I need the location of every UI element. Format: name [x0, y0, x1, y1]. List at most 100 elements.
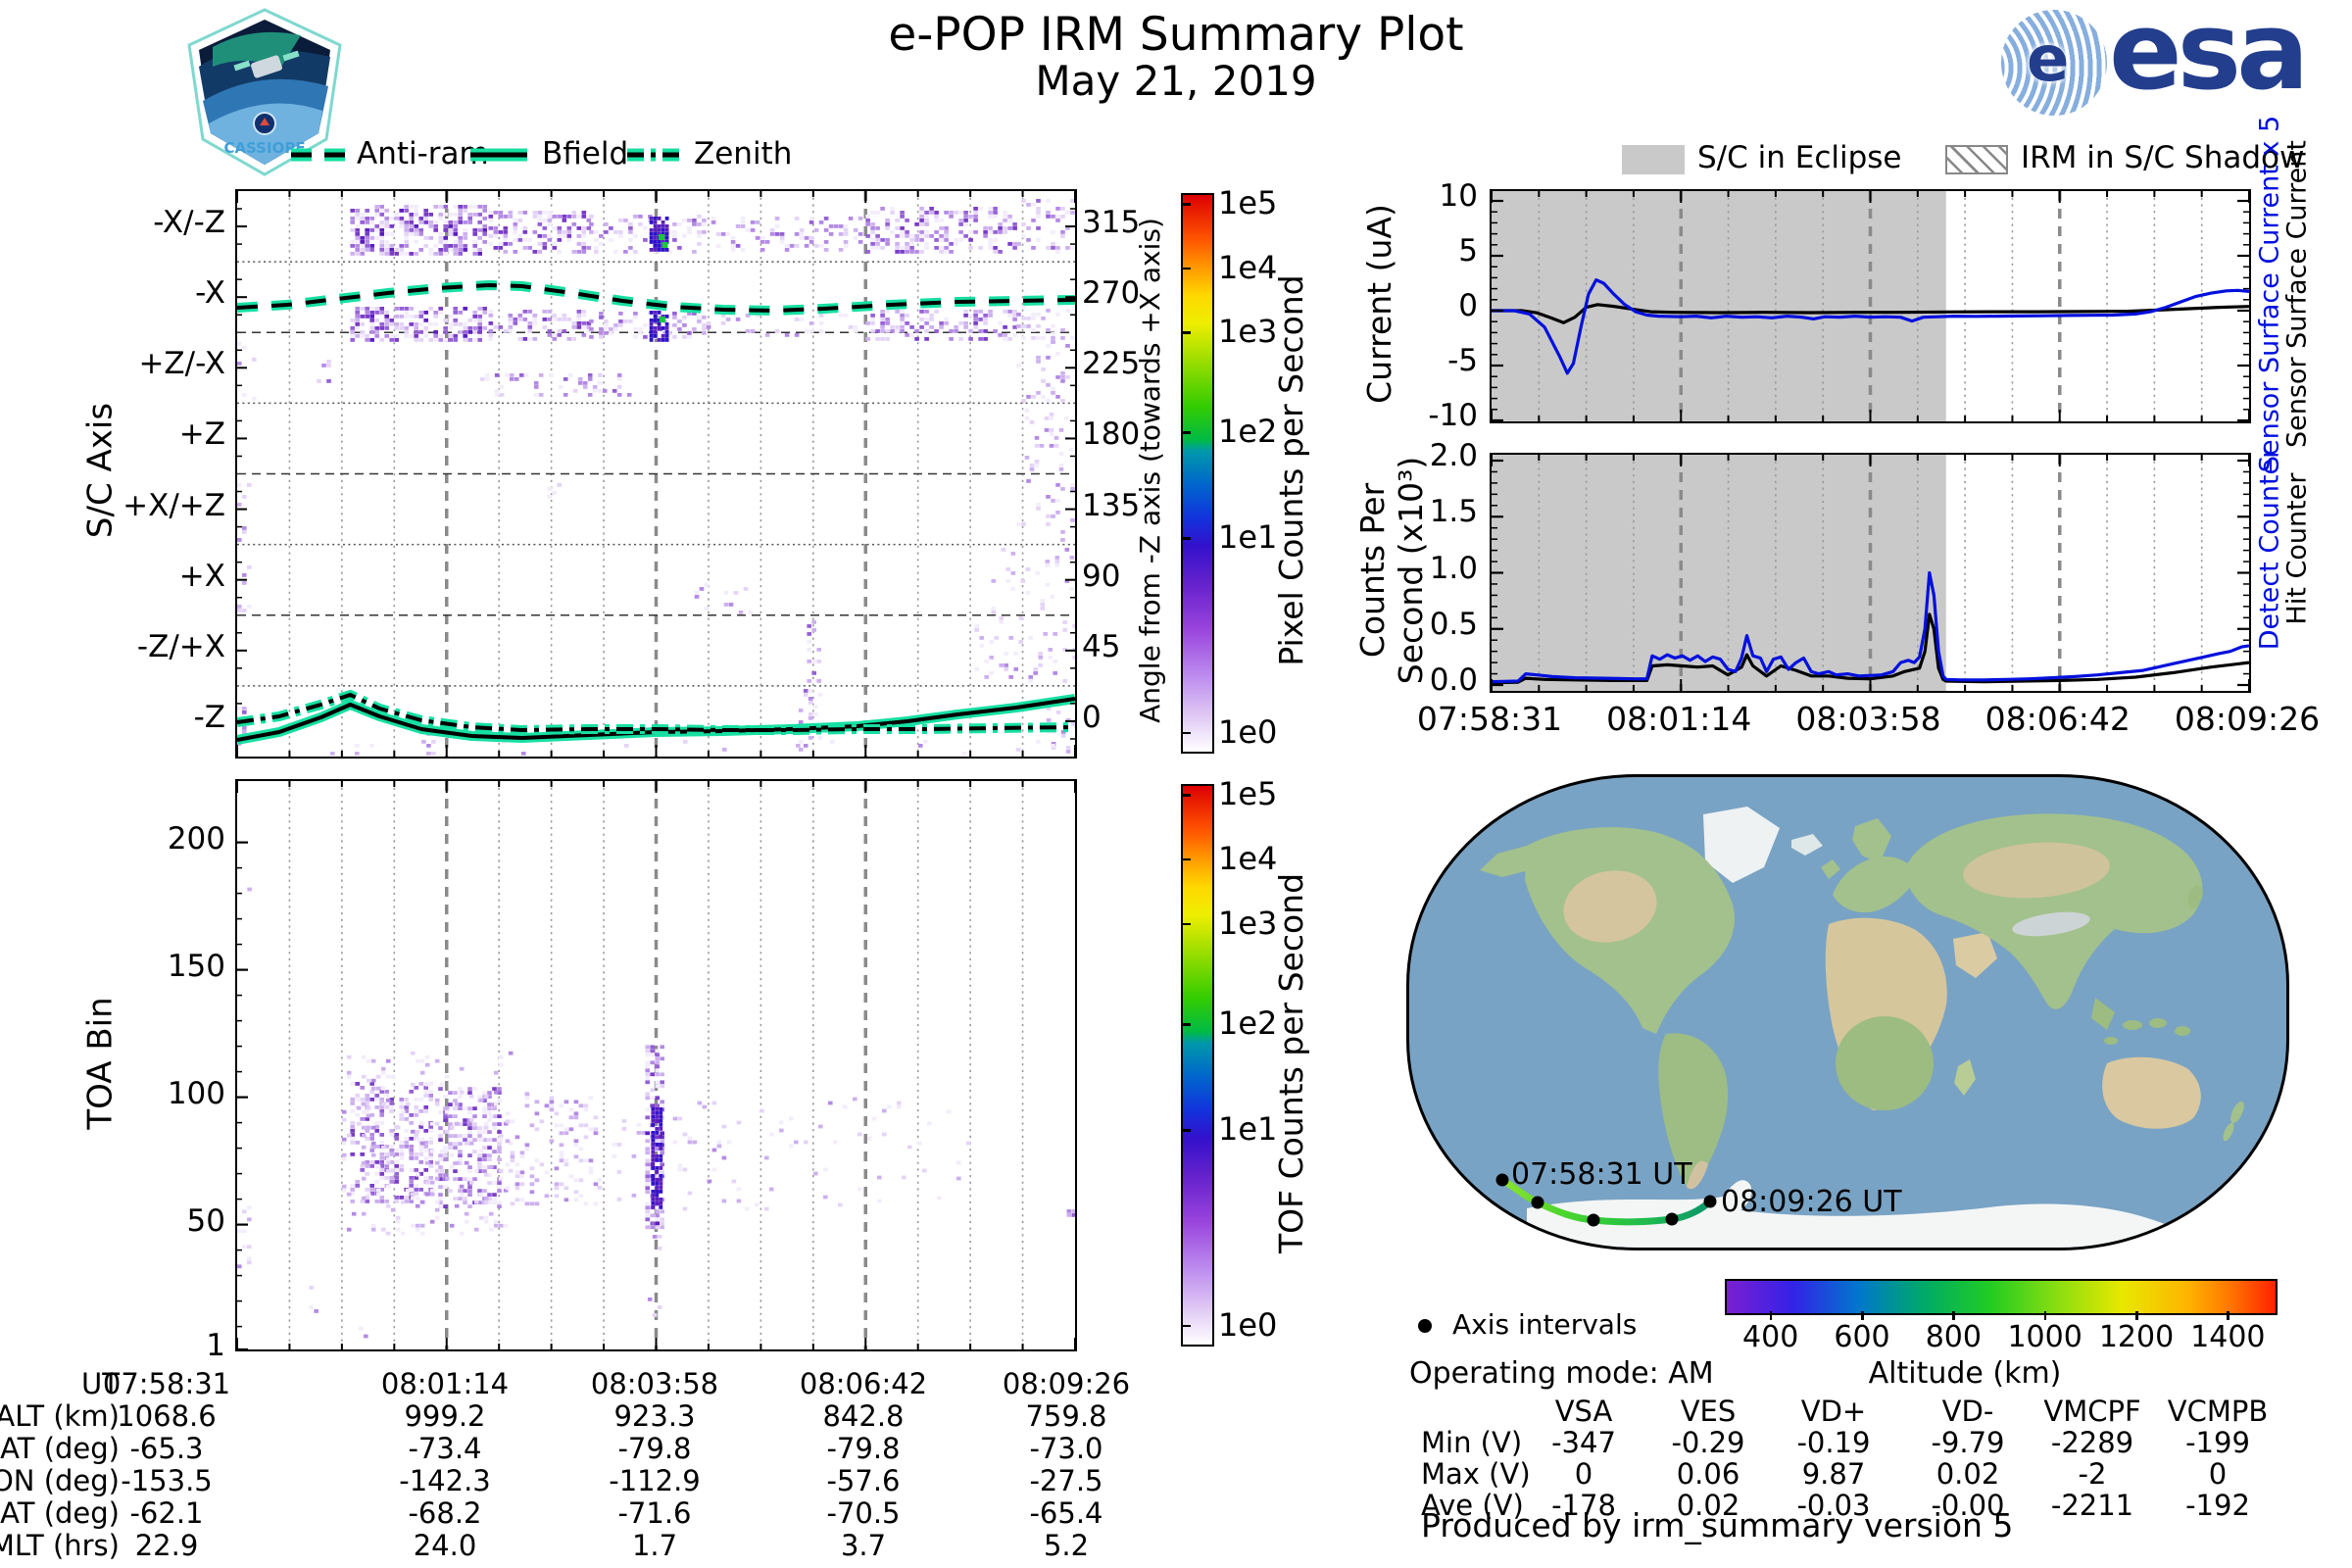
page: CASSIOPE e-POP IRM Summary Plot May 21, …: [0, 0, 2352, 1568]
alt-colorbar-tick: [1952, 1311, 1955, 1320]
colorbar-tick: [1181, 1023, 1191, 1026]
voltage-cell: 0: [2120, 1458, 2316, 1491]
sc-category-label: +Z: [29, 417, 225, 453]
alt-colorbar-tick: [1861, 1311, 1864, 1320]
ephem-cell: -153.5: [69, 1465, 265, 1497]
altitude-colorbar: [1725, 1279, 2278, 1315]
legend-bfield-label: Bfield: [542, 137, 628, 172]
current-ytick-label: 10: [1390, 179, 1478, 215]
pixel-colorbar-label: Pixel Counts per Second: [1273, 274, 1310, 665]
toa-spectrogram: [235, 779, 1077, 1351]
colorbar-tick: [1181, 331, 1191, 334]
ephem-cell: -112.9: [557, 1465, 753, 1497]
colorbar-tick-label: 1e0: [1218, 714, 1277, 751]
ephem-cell: -73.0: [968, 1433, 1164, 1465]
ephem-cell: 3.7: [765, 1530, 961, 1562]
colorbar-tick: [1181, 537, 1191, 540]
tof-colorbar: [1181, 784, 1214, 1347]
ephem-cell: -71.6: [557, 1497, 753, 1530]
time-tick-label: 08:06:42: [1960, 701, 2156, 738]
colorbar-tick-label: 1e4: [1218, 250, 1277, 286]
sc-category-label: -Z: [29, 701, 225, 736]
alt-colorbar-tick: [2044, 1311, 2047, 1320]
track-end-label: 08:09:26 UT: [1721, 1186, 1902, 1220]
sc-category-label: +X/+Z: [29, 489, 225, 524]
toa-tick-label: 150: [29, 950, 225, 985]
toa-tick-label: 100: [29, 1077, 225, 1112]
current-ytick-label: 0: [1390, 289, 1478, 324]
sc-category-label: -X/-Z: [29, 206, 225, 241]
ephem-cell: -57.6: [765, 1465, 961, 1497]
zenith-line-icon: [625, 147, 686, 163]
ephem-cell: 1.7: [557, 1530, 753, 1562]
counts-right-label-black: Hit Counter: [2281, 473, 2312, 625]
axis-interval-dot-icon: [1418, 1319, 1432, 1333]
current-plot: [1490, 189, 2251, 423]
esa-logo: e esa: [1999, 6, 2342, 128]
counts-ytick-label: 0.5: [1390, 608, 1478, 643]
colorbar-tick-label: 1e1: [1218, 519, 1277, 556]
ephem-cell: -62.1: [69, 1497, 265, 1530]
bfield-line-icon: [468, 147, 529, 163]
voltage-cell: -199: [2120, 1427, 2316, 1459]
toa-tick-label: 50: [29, 1204, 225, 1240]
axis-intervals-label: Axis intervals: [1452, 1309, 1637, 1341]
ephem-cell: -65.4: [968, 1497, 1164, 1530]
current-right-label-blue: Sensor Surface Current x 5: [2254, 116, 2284, 472]
orientation-legend: Anti-ram Bfield Zenith: [284, 137, 833, 176]
counts-ytick-label: 1.5: [1390, 495, 1478, 530]
colorbar-tick: [1181, 268, 1191, 270]
colorbar-tick: [1181, 203, 1191, 206]
esa-globe-e-icon: e: [2027, 24, 2069, 96]
angle-tick-label: 225: [1082, 347, 1140, 382]
angle-tick-label: 45: [1082, 630, 1120, 665]
ephem-cell: 08:06:42: [765, 1368, 961, 1400]
counts-ytick-label: 1.0: [1390, 552, 1478, 587]
time-tick-label: 08:09:26: [2149, 701, 2345, 738]
current-right-label-black: Sensor Surface Current: [2281, 140, 2312, 448]
counts-ytick-label: 2.0: [1390, 439, 1478, 474]
colorbar-tick: [1181, 923, 1191, 926]
ephem-cell: -65.3: [69, 1433, 265, 1465]
current-ytick-label: -5: [1390, 344, 1478, 379]
ephem-cell: 24.0: [347, 1530, 543, 1562]
ephem-cell: 08:09:26: [968, 1368, 1164, 1400]
angle-tick-label: 315: [1082, 206, 1140, 241]
sc-category-label: -Z/+X: [29, 630, 225, 665]
current-ytick-label: -10: [1390, 399, 1478, 434]
colorbar-tick-label: 1e2: [1218, 1005, 1277, 1042]
colorbar-tick: [1181, 732, 1191, 735]
ephem-cell: 22.9: [69, 1530, 265, 1562]
track-start-label: 07:58:31 UT: [1511, 1158, 1692, 1193]
counts-plot: [1490, 453, 2251, 693]
eclipse-swatch-icon: [1622, 145, 1685, 174]
colorbar-tick: [1181, 1325, 1191, 1328]
legend-eclipse-label: S/C in Eclipse: [1697, 141, 1902, 176]
colorbar-tick-label: 1e3: [1218, 906, 1277, 942]
counts-right-label-blue: Detect Counter: [2254, 448, 2284, 651]
ephem-cell: 5.2: [968, 1530, 1164, 1562]
angle-tick-label: 90: [1082, 560, 1120, 595]
sc-category-label: +X: [29, 560, 225, 595]
colorbar-tick-label: 1e5: [1218, 185, 1277, 221]
toa-tick-label: 200: [29, 822, 225, 858]
sc-category-label: -X: [29, 276, 225, 312]
colorbar-tick: [1181, 794, 1191, 797]
angle-tick-label: 135: [1082, 489, 1140, 524]
ephem-cell: -70.5: [765, 1497, 961, 1530]
ephem-cell: -73.4: [347, 1433, 543, 1465]
alt-tick-label: 1400: [2130, 1321, 2326, 1355]
antiram-line-icon: [289, 147, 350, 163]
ephem-cell: 842.8: [765, 1400, 961, 1433]
alt-colorbar-tick: [2135, 1311, 2138, 1320]
colorbar-tick-label: 1e1: [1218, 1111, 1277, 1148]
time-tick-label: 07:58:31: [1392, 701, 1588, 738]
colorbar-tick-label: 1e0: [1218, 1307, 1277, 1344]
ephem-cell: 07:58:31: [69, 1368, 265, 1400]
ephem-cell: 999.2: [347, 1400, 543, 1433]
alt-colorbar-tick: [1770, 1311, 1773, 1320]
operating-mode-label: Operating mode: AM: [1409, 1357, 1714, 1392]
ephem-cell: -68.2: [347, 1497, 543, 1530]
sc-category-label: +Z/-X: [29, 347, 225, 382]
colorbar-tick-label: 1e4: [1218, 841, 1277, 877]
